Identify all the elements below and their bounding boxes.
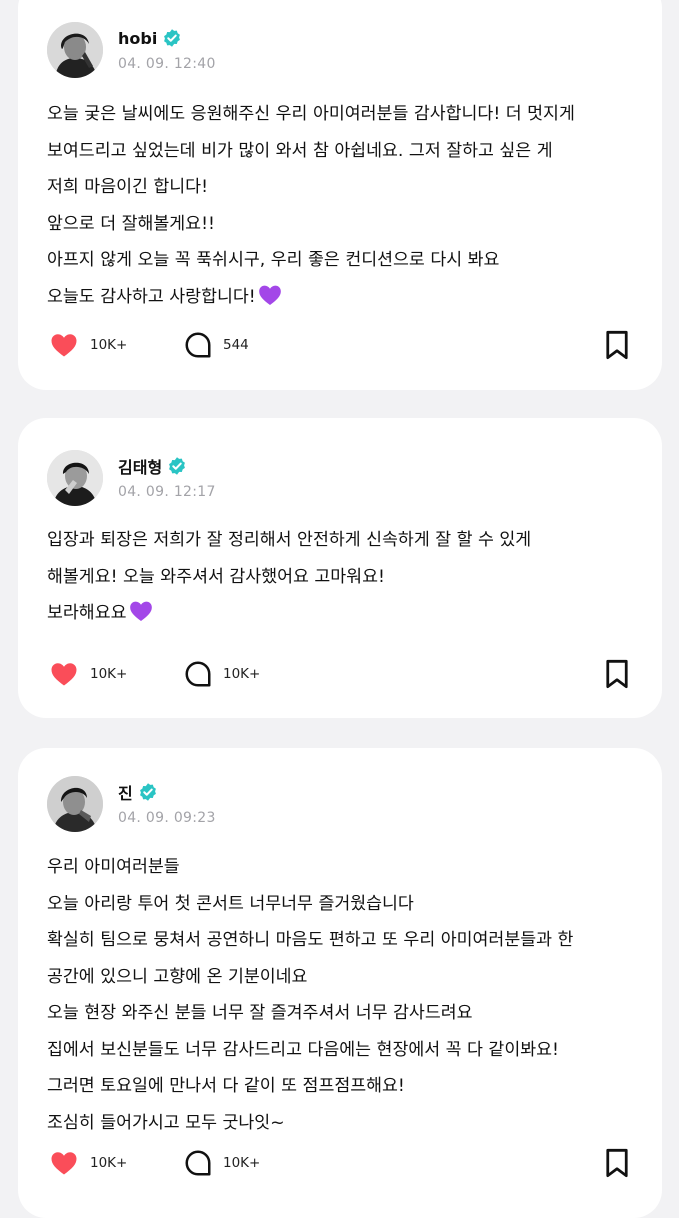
author-name[interactable]: 김태형 [118,454,162,478]
comment-count: 10K+ [223,1155,261,1171]
post-body: 입장과 퇴장은 저희가 잘 정리해서 안전하게 신속하게 잘 할 수 있게 해볼… [47,522,642,632]
post-text-line: 입장과 퇴장은 저희가 잘 정리해서 안전하게 신속하게 잘 할 수 있게 [47,530,532,550]
bookmark-icon [606,330,628,360]
bookmark-button[interactable] [602,657,632,691]
post-card: 진 04. 09. 09:23 우리 아미여러분들 오늘 아리랑 투어 첫 콘서… [18,748,662,1218]
post-text-line: 공간에 있으니 고향에 온 기분이네요 [47,966,308,987]
comment-bubble-icon [185,1150,211,1176]
like-count: 10K+ [90,1155,128,1171]
post-body: 오늘 궂은 날씨에도 응원해주신 우리 아미여러분들 감사합니다! 더 멋지게 … [47,96,642,315]
post-text-line: 확실히 팀으로 뭉쳐서 공연하니 마음도 편하고 또 우리 아미여러분들과 한 [47,930,574,950]
post-text-line: 오늘 현장 와주신 분들 너무 잘 즐겨주셔서 너무 감사드려요 [47,1003,473,1023]
post-card: 김태형 04. 09. 12:17 입장과 퇴장은 저희가 잘 정리해서 안전하… [18,418,662,718]
post-actions: 10K+ 10K+ [48,657,632,691]
heart-icon [51,1152,77,1175]
post-text-line: 보여드리고 싶었는데 비가 많이 와서 참 아쉽네요. 그저 잘하고 싶은 게 [47,140,553,161]
comment-button[interactable]: 544 [183,328,249,362]
comment-button[interactable]: 10K+ [183,657,260,691]
verified-badge-icon [164,29,181,47]
comment-bubble-icon [185,332,211,358]
post-text-line: 오늘 궂은 날씨에도 응원해주신 우리 아미여러분들 감사합니다! 더 멋지게 [47,104,575,124]
verified-badge-icon [169,457,186,475]
like-button[interactable]: 10K+ [48,328,127,362]
post-header: 김태형 04. 09. 12:17 [47,450,216,506]
post-text-line: 해볼게요! 오늘 와주셔서 감사했어요 고마워요! [47,566,385,587]
avatar[interactable] [47,450,103,506]
post-actions: 10K+ 544 [48,328,632,362]
author-name[interactable]: 진 [118,780,133,804]
post-text-line: 우리 아미여러분들 [47,857,180,877]
post-header: hobi 04. 09. 12:40 [47,22,216,78]
like-count: 10K+ [90,337,128,353]
heart-icon [51,334,77,357]
bookmark-icon [606,659,628,689]
post-text-line: 앞으로 더 잘해볼게요!! [47,213,215,234]
post-actions: 10K+ 10K+ [48,1146,632,1180]
author-name[interactable]: hobi [118,29,157,48]
like-count: 10K+ [90,666,128,682]
post-text-line: 아프지 않게 오늘 꼭 푹쉬시구, 우리 좋은 컨디션으로 다시 봐요 [47,250,500,270]
bookmark-button[interactable] [602,1146,632,1180]
post-card: hobi 04. 09. 12:40 오늘 궂은 날씨에도 응원해주신 우리 아… [18,0,662,390]
post-text-line: 오늘도 감사하고 사랑합니다! [47,286,256,307]
post-text-line-last: 오늘도 감사하고 사랑합니다! [47,279,642,316]
post-text-line: 그러면 토요일에 만나서 다 같이 또 점프점프해요! [47,1076,405,1096]
comment-bubble-icon [185,661,211,687]
post-text-line: 보라해요요 [47,603,127,623]
verified-badge-icon [139,783,156,801]
post-timestamp: 04. 09. 12:40 [118,56,216,72]
post-timestamp: 04. 09. 09:23 [118,810,216,826]
avatar[interactable] [47,776,103,832]
bookmark-button[interactable] [602,328,632,362]
comment-count: 10K+ [223,666,261,682]
like-button[interactable]: 10K+ [48,657,127,691]
post-body: 우리 아미여러분들 오늘 아리랑 투어 첫 콘서트 너무너무 즐거웠습니다 확실… [47,849,642,1141]
bookmark-icon [606,1148,628,1178]
post-text-line: 저희 마음이긴 합니다! [47,177,209,197]
purple-heart-icon [129,601,152,621]
purple-heart-icon [258,285,281,305]
comment-button[interactable]: 10K+ [183,1146,260,1180]
heart-icon [51,663,77,686]
post-header: 진 04. 09. 09:23 [47,776,216,832]
post-text-line-last: 보라해요요 [47,595,642,632]
comment-count: 544 [223,337,249,353]
post-text-line: 조심히 들어가시고 모두 굿나잇~ [47,1112,285,1133]
post-text-line: 오늘 아리랑 투어 첫 콘서트 너무너무 즐거웠습니다 [47,893,414,914]
avatar[interactable] [47,22,103,78]
post-timestamp: 04. 09. 12:17 [118,484,216,500]
like-button[interactable]: 10K+ [48,1146,127,1180]
post-text-line: 집에서 보신분들도 너무 감사드리고 다음에는 현장에서 꼭 다 같이봐요! [47,1039,559,1060]
